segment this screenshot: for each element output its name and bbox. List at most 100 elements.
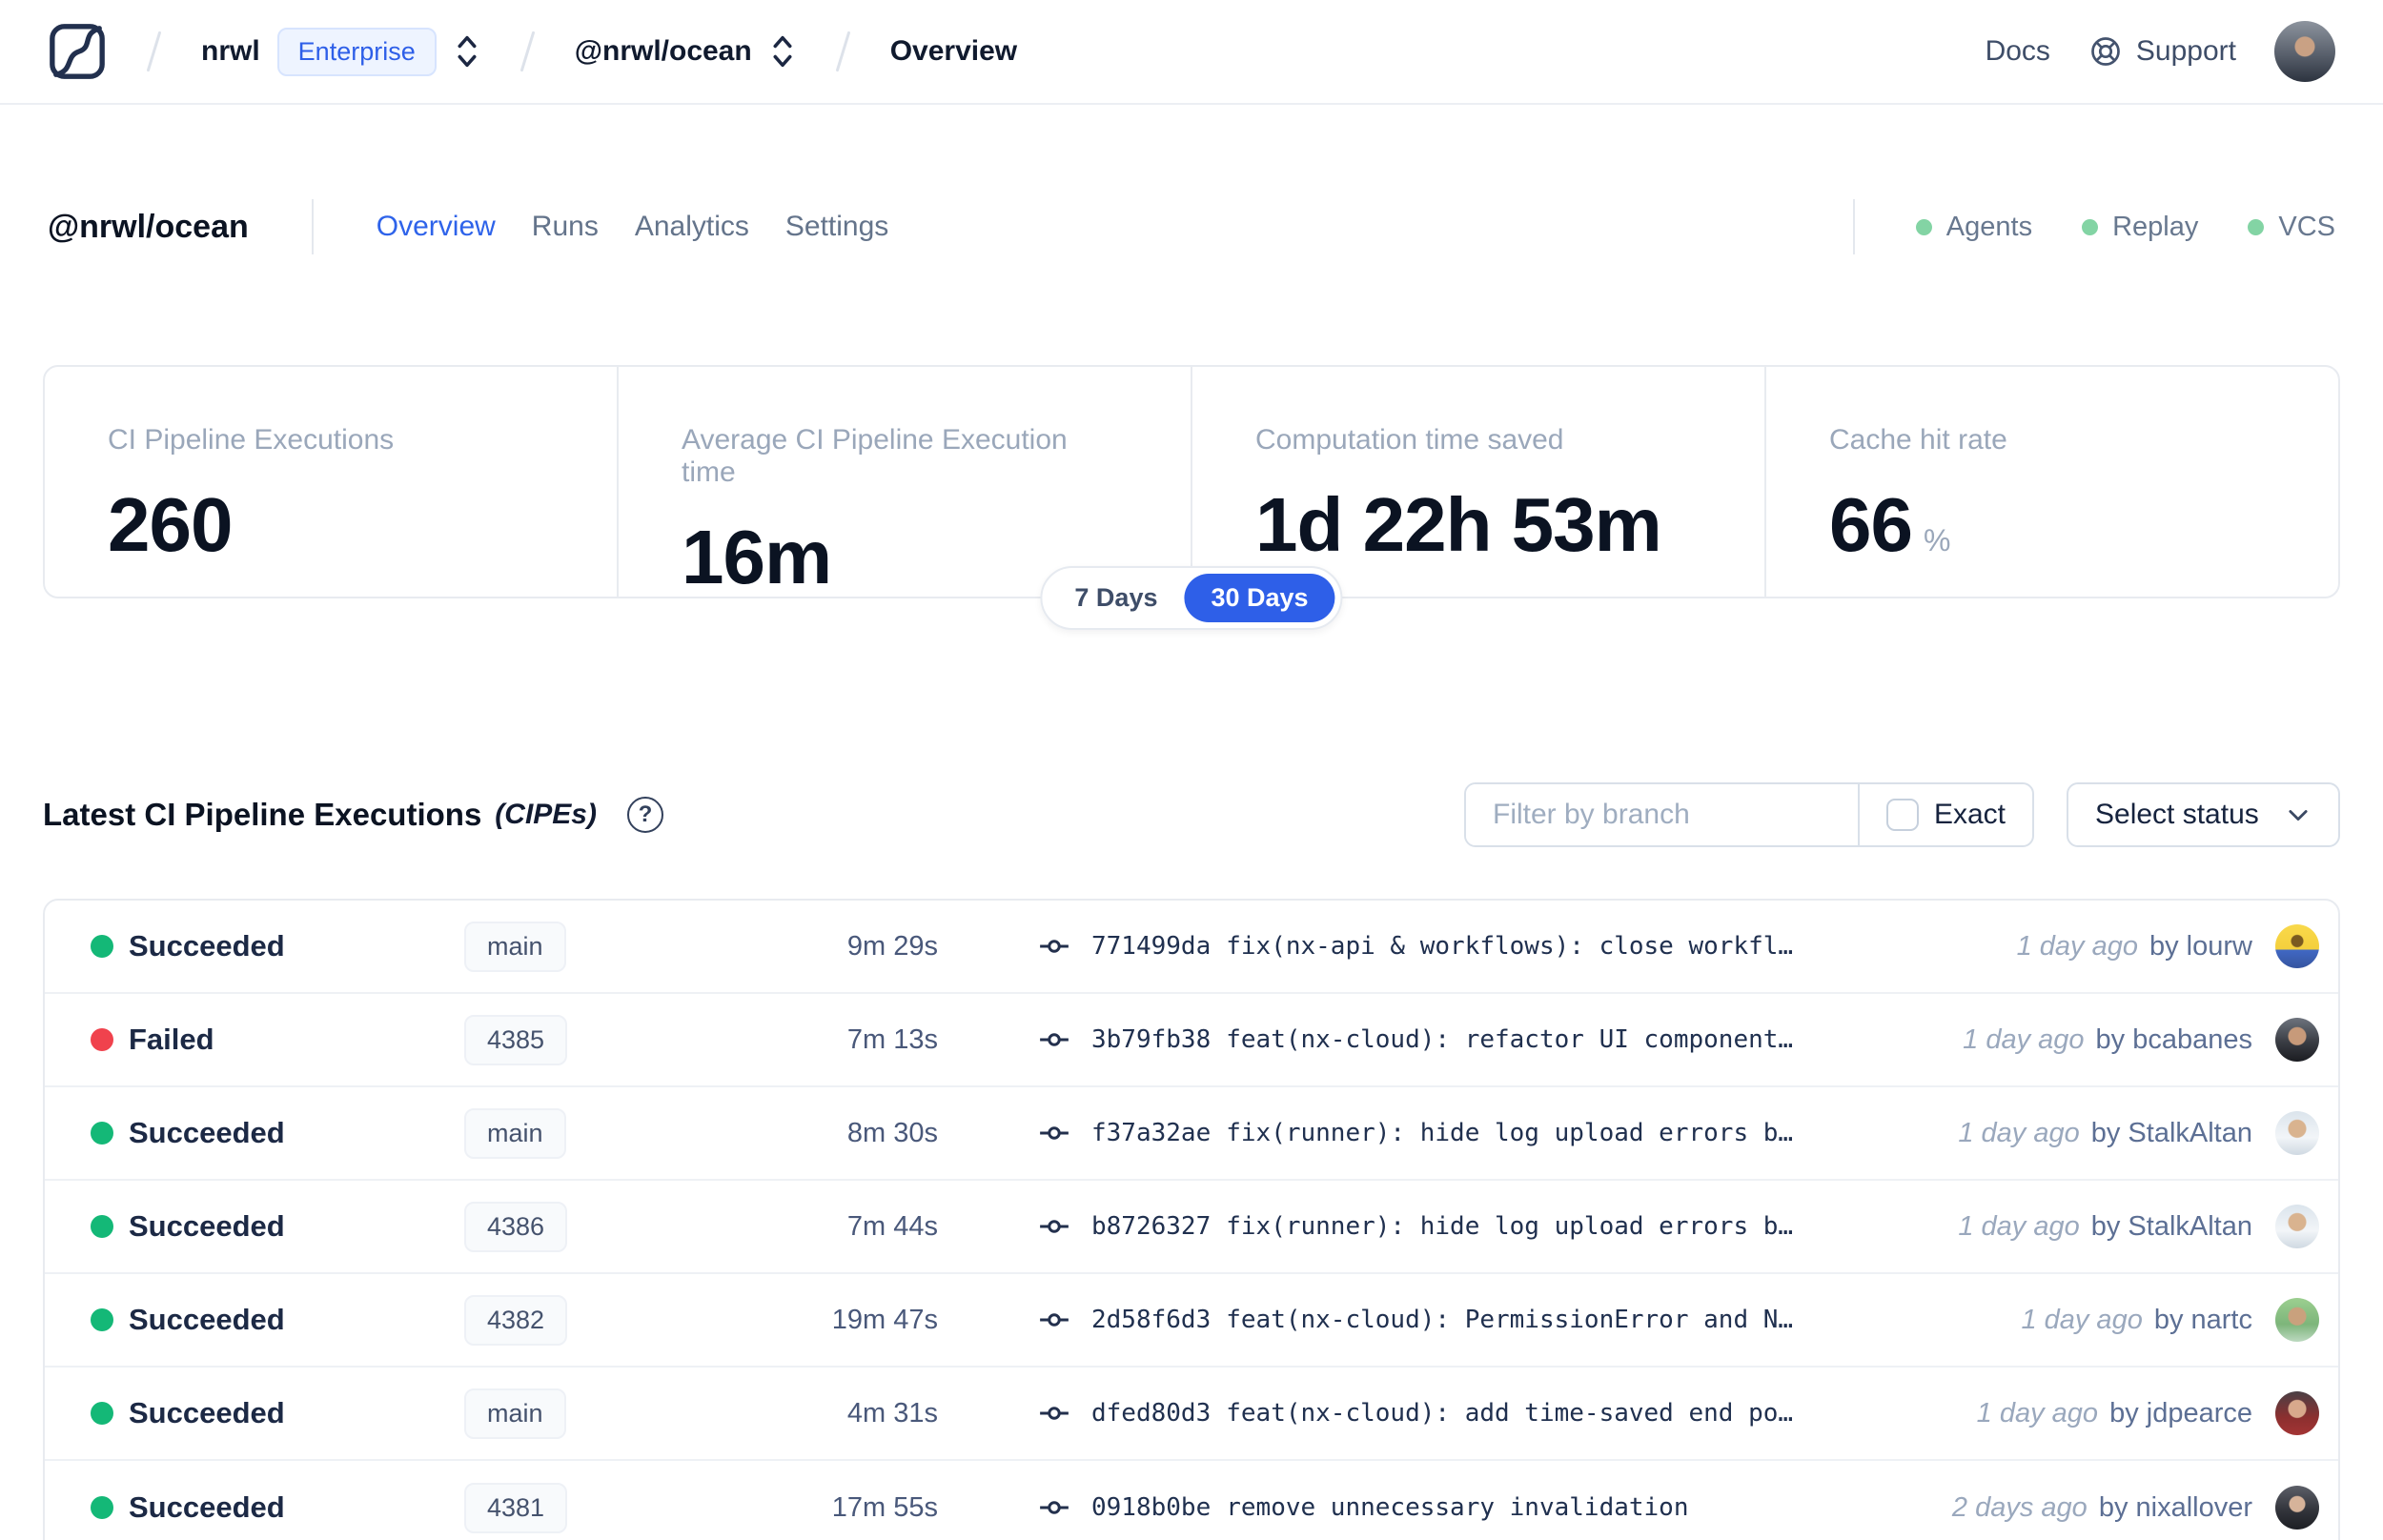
status-label: Failed [129, 1023, 214, 1056]
indicator-replay[interactable]: Replay [2082, 212, 2198, 243]
stat-computation-time-saved: Computation time saved 1d 22h 53m [1192, 367, 1766, 597]
help-icon[interactable] [626, 797, 663, 833]
table-filters: Exact Select status [1464, 782, 2340, 847]
table-row[interactable]: Succeeded 4386 7m 44s b8726327 fix(runner… [45, 1181, 2338, 1274]
table-row[interactable]: Succeeded main 4m 31s dfed80d3 feat(nx-cl… [45, 1368, 2338, 1461]
support-link[interactable]: Support [2088, 34, 2236, 69]
git-commit-icon [1040, 1501, 1069, 1514]
status-dot-icon [91, 1215, 113, 1238]
workspace-selector-chevrons-icon[interactable] [769, 31, 796, 71]
status-select-dropdown[interactable]: Select status [2067, 782, 2340, 847]
stat-ci-pipeline-executions: CI Pipeline Executions 260 [45, 367, 619, 597]
tab-overview[interactable]: Overview [377, 211, 496, 243]
support-label: Support [2135, 35, 2236, 67]
duration: 9m 29s [846, 930, 938, 962]
table-row[interactable]: Succeeded main 8m 30s f37a32ae fix(runner… [45, 1087, 2338, 1181]
commit-hash: dfed80d3 [1091, 1399, 1212, 1428]
workspace-header: @nrwl/ocean Overview Runs Analytics Sett… [0, 192, 2383, 261]
status-dot-icon [91, 1402, 113, 1425]
breadcrumb-separator [835, 30, 851, 72]
date-range-toggle: 7 Days 30 Days [1040, 566, 1343, 630]
duration: 4m 31s [846, 1397, 938, 1429]
commit-hash: b8726327 [1091, 1212, 1212, 1241]
git-commit-icon [1040, 1407, 1069, 1420]
life-buoy-icon [2091, 37, 2120, 66]
green-dot-icon [2248, 218, 2265, 235]
time-ago: 1 day ago [2016, 930, 2138, 962]
docs-link[interactable]: Docs [1986, 35, 2050, 68]
git-commit-icon [1040, 1220, 1069, 1233]
nx-cloud-logo-icon[interactable] [48, 22, 107, 81]
range-30-days-button[interactable]: 30 Days [1184, 574, 1335, 622]
commit-message: fix(nx-api & workflows): close workfl… [1226, 932, 1794, 961]
commit-message: feat(nx-cloud): add time-saved end po… [1226, 1399, 1794, 1428]
breadcrumb-separator [146, 30, 162, 72]
author: by StalkAltan [2090, 1210, 2252, 1242]
stat-cache-hit-rate: Cache hit rate 66% [1829, 424, 2007, 567]
duration: 19m 47s [831, 1304, 938, 1335]
duration: 8m 30s [846, 1117, 938, 1148]
stats-cards: CI Pipeline Executions 260 Average CI Pi… [43, 365, 2340, 599]
status-select-label: Select status [2095, 799, 2259, 830]
time-ago: 1 day ago [1958, 1117, 2080, 1148]
status-dot-icon [91, 1496, 113, 1519]
git-commit-icon [1040, 1313, 1069, 1327]
stat-average-execution-time: Average CI Pipeline Execution time 16m [619, 367, 1192, 599]
indicator-agents[interactable]: Agents [1915, 212, 2032, 243]
tab-runs[interactable]: Runs [532, 211, 599, 243]
time-ago: 1 day ago [1963, 1023, 2085, 1055]
author-avatar [2275, 1205, 2319, 1248]
branch-badge: 4382 [464, 1294, 568, 1346]
commit-message: remove unnecessary invalidation [1226, 1493, 1689, 1522]
tab-analytics[interactable]: Analytics [635, 211, 749, 243]
section-title-abbrev: (CIPEs) [495, 799, 597, 830]
tab-settings[interactable]: Settings [785, 211, 888, 243]
breadcrumb: nrwl Enterprise @nrwl/ocean Overview [48, 22, 1017, 81]
service-indicators: Agents Replay VCS [1915, 212, 2335, 243]
table-row[interactable]: Succeeded main 9m 29s 771499da fix(nx-api… [45, 901, 2338, 994]
green-dot-icon [1915, 218, 1932, 235]
org-selector-chevrons-icon[interactable] [454, 31, 480, 71]
commit-message: feat(nx-cloud): refactor UI component… [1226, 1025, 1794, 1054]
status-label: Succeeded [129, 1396, 285, 1429]
git-commit-icon [1040, 940, 1069, 953]
green-dot-icon [2082, 218, 2099, 235]
breadcrumb-page[interactable]: Overview [890, 35, 1017, 68]
time-ago: 2 days ago [1951, 1491, 2088, 1523]
duration: 17m 55s [831, 1491, 938, 1523]
breadcrumb-org[interactable]: nrwl [201, 35, 260, 68]
breadcrumb-workspace[interactable]: @nrwl/ocean [575, 35, 752, 68]
table-row[interactable]: Succeeded 4382 19m 47s 2d58f6d3 feat(nx-c… [45, 1274, 2338, 1368]
branch-filter-input[interactable] [1466, 784, 1859, 845]
author-avatar [2275, 1111, 2319, 1155]
time-ago: 1 day ago [2021, 1304, 2143, 1335]
top-nav: nrwl Enterprise @nrwl/ocean Overview Doc… [0, 0, 2383, 105]
table-row[interactable]: Failed 4385 7m 13s 3b79fb38 feat(nx-cloud… [45, 994, 2338, 1087]
git-commit-icon [1040, 1126, 1069, 1140]
status-dot-icon [91, 1028, 113, 1051]
time-ago: 1 day ago [1958, 1210, 2080, 1242]
indicator-vcs[interactable]: VCS [2248, 212, 2335, 243]
duration: 7m 13s [846, 1023, 938, 1055]
divider [311, 199, 314, 254]
status-label: Succeeded [129, 929, 285, 962]
exact-match-toggle[interactable]: Exact [1860, 784, 2032, 845]
table-row[interactable]: Succeeded 4381 17m 55s 0918b0be remove un… [45, 1461, 2338, 1540]
commit-hash: 3b79fb38 [1091, 1025, 1212, 1054]
author-avatar [2275, 1298, 2319, 1342]
branch-filter-group: Exact [1464, 782, 2034, 847]
status-label: Succeeded [129, 1490, 285, 1524]
branch-badge: 4381 [464, 1482, 568, 1533]
org-plan-badge: Enterprise [276, 27, 437, 76]
author-avatar [2275, 1391, 2319, 1435]
commit-message: feat(nx-cloud): PermissionError and N… [1226, 1306, 1794, 1334]
exact-checkbox[interactable] [1885, 799, 1919, 831]
branch-badge: main [464, 1107, 566, 1159]
author: by nartc [2153, 1304, 2252, 1335]
duration: 7m 44s [846, 1210, 938, 1242]
author: by jdpearce [2109, 1397, 2252, 1429]
range-7-days-button[interactable]: 7 Days [1048, 574, 1184, 622]
status-label: Succeeded [129, 1209, 285, 1243]
branch-badge: main [464, 921, 566, 972]
user-avatar[interactable] [2274, 21, 2335, 82]
